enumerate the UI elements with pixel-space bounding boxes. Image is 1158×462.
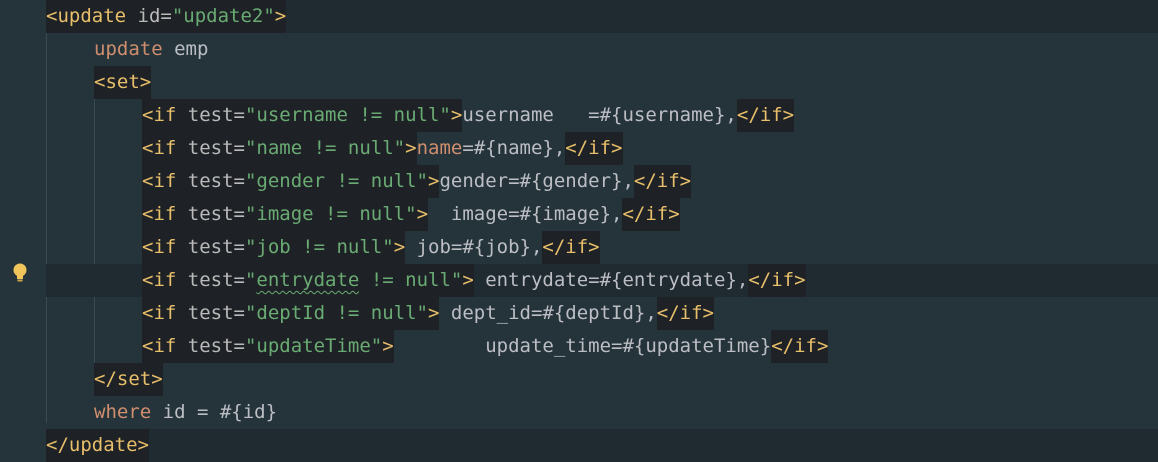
code-line[interactable]: <if test="job != null"> job=#{job},</if> bbox=[46, 231, 1158, 264]
code-line-text: <set> bbox=[94, 66, 152, 99]
code-token: entrydate bbox=[256, 264, 360, 297]
code-token: > bbox=[416, 198, 429, 231]
code-line[interactable]: <set> bbox=[46, 66, 1158, 99]
code-token: > bbox=[274, 0, 287, 33]
code-token: emp bbox=[162, 38, 209, 60]
editor-gutter[interactable] bbox=[0, 0, 46, 456]
code-token: > bbox=[405, 132, 417, 165]
code-token: </if> bbox=[633, 165, 692, 198]
code-token: <if bbox=[142, 99, 188, 132]
code-token: id= bbox=[137, 0, 172, 33]
code-token: name bbox=[416, 137, 463, 159]
code-token: > bbox=[428, 297, 440, 330]
code-token: <if bbox=[142, 297, 188, 330]
code-line-text: <if test="job != null"> job=#{job},</if> bbox=[142, 231, 600, 264]
code-token: != null" bbox=[359, 264, 463, 297]
code-token: > bbox=[450, 99, 463, 132]
code-token: " bbox=[244, 264, 257, 297]
code-token: image=#{image}, bbox=[428, 203, 623, 225]
code-token: </update> bbox=[46, 429, 149, 462]
code-token: <if bbox=[142, 330, 188, 363]
code-token: </if> bbox=[736, 99, 795, 132]
code-token: "gender != null" bbox=[244, 165, 428, 198]
code-token: job=#{job}, bbox=[405, 236, 543, 258]
code-line[interactable]: where id = #{id} bbox=[46, 396, 1158, 429]
code-line-text: <update id="update2"> bbox=[46, 0, 287, 33]
code-token: update_time=#{updateTime} bbox=[393, 335, 772, 357]
code-token: dept_id=#{deptId}, bbox=[439, 302, 657, 324]
code-token: <set> bbox=[94, 66, 152, 99]
code-line[interactable]: <if test="updateTime"> update_time=#{upd… bbox=[46, 330, 1158, 363]
code-token: test= bbox=[187, 198, 245, 231]
code-token: test= bbox=[187, 264, 245, 297]
code-line[interactable]: </update> bbox=[46, 429, 1158, 462]
code-token: "username != null" bbox=[244, 99, 451, 132]
code-token: test= bbox=[187, 231, 245, 264]
code-token: </set> bbox=[94, 363, 163, 396]
code-line[interactable]: </set> bbox=[46, 363, 1158, 396]
code-token: "job != null" bbox=[244, 231, 394, 264]
code-token: "image != null" bbox=[244, 198, 417, 231]
code-token: </if> bbox=[622, 198, 680, 231]
code-token: </if> bbox=[748, 264, 806, 297]
code-line[interactable]: <if test="deptId != null"> dept_id=#{dep… bbox=[46, 297, 1158, 330]
code-line[interactable]: <if test="image != null"> image=#{image}… bbox=[46, 198, 1158, 231]
code-line-text: <if test="entrydate != null"> entrydate=… bbox=[142, 264, 806, 297]
code-line-text: <if test="deptId != null"> dept_id=#{dep… bbox=[142, 297, 714, 330]
code-token: <update bbox=[46, 0, 138, 33]
code-token: =#{name}, bbox=[462, 137, 566, 159]
code-token: test= bbox=[187, 330, 245, 363]
code-token: entrydate=#{entrydate}, bbox=[473, 269, 749, 291]
code-token: > bbox=[382, 330, 394, 363]
code-line-text: <if test="updateTime"> update_time=#{upd… bbox=[142, 330, 829, 363]
code-token: "name != null" bbox=[244, 132, 406, 165]
code-token: > bbox=[428, 165, 440, 198]
code-line-text: update emp bbox=[94, 33, 208, 66]
code-line-text: <if test="gender != null">gender=#{gende… bbox=[142, 165, 692, 198]
code-token: <if bbox=[142, 231, 188, 264]
code-line-text: </set> bbox=[94, 363, 163, 396]
code-line-text: <if test="name != null">name=#{name},</i… bbox=[142, 132, 623, 165]
code-token: username =#{username}, bbox=[462, 104, 737, 126]
code-content[interactable]: <update id="update2"> update emp <set> <if … bbox=[46, 0, 1158, 462]
code-token: test= bbox=[187, 297, 245, 330]
lightbulb-icon[interactable] bbox=[12, 262, 28, 284]
code-token: test= bbox=[187, 165, 245, 198]
code-token: <if bbox=[142, 132, 188, 165]
code-token: <if bbox=[142, 198, 188, 231]
code-line[interactable]: <if test="username != null">username =#{… bbox=[46, 99, 1158, 132]
code-token: </if> bbox=[771, 330, 829, 363]
code-token: > bbox=[462, 264, 474, 297]
code-line[interactable]: <if test="entrydate != null"> entrydate=… bbox=[46, 264, 1158, 297]
code-line-text: <if test="username != null">username =#{… bbox=[142, 99, 795, 132]
code-token: <if bbox=[142, 165, 188, 198]
code-token: </if> bbox=[542, 231, 600, 264]
code-token: "update2" bbox=[171, 0, 275, 33]
code-token: id = #{id} bbox=[151, 401, 278, 423]
code-token: update bbox=[94, 38, 163, 60]
code-line[interactable]: <if test="gender != null">gender=#{gende… bbox=[46, 165, 1158, 198]
code-token: "deptId != null" bbox=[244, 297, 428, 330]
code-token: gender=#{gender}, bbox=[439, 170, 634, 192]
code-token: <if bbox=[142, 264, 188, 297]
code-line-text: <if test="image != null"> image=#{image}… bbox=[142, 198, 680, 231]
code-line[interactable]: update emp bbox=[46, 33, 1158, 66]
code-line-text: where id = #{id} bbox=[94, 396, 277, 429]
code-token: test= bbox=[187, 132, 245, 165]
code-token: </if> bbox=[656, 297, 714, 330]
code-editor[interactable]: <update id="update2"> update emp <set> <if … bbox=[0, 0, 1158, 462]
code-line[interactable]: <if test="name != null">name=#{name},</i… bbox=[46, 132, 1158, 165]
code-token: </if> bbox=[565, 132, 623, 165]
code-line[interactable]: <update id="update2"> bbox=[46, 0, 1158, 33]
code-token: > bbox=[393, 231, 406, 264]
code-token: where bbox=[94, 401, 152, 423]
code-token: test= bbox=[187, 99, 245, 132]
code-line-text: </update> bbox=[46, 429, 149, 462]
code-token: "updateTime" bbox=[244, 330, 383, 363]
